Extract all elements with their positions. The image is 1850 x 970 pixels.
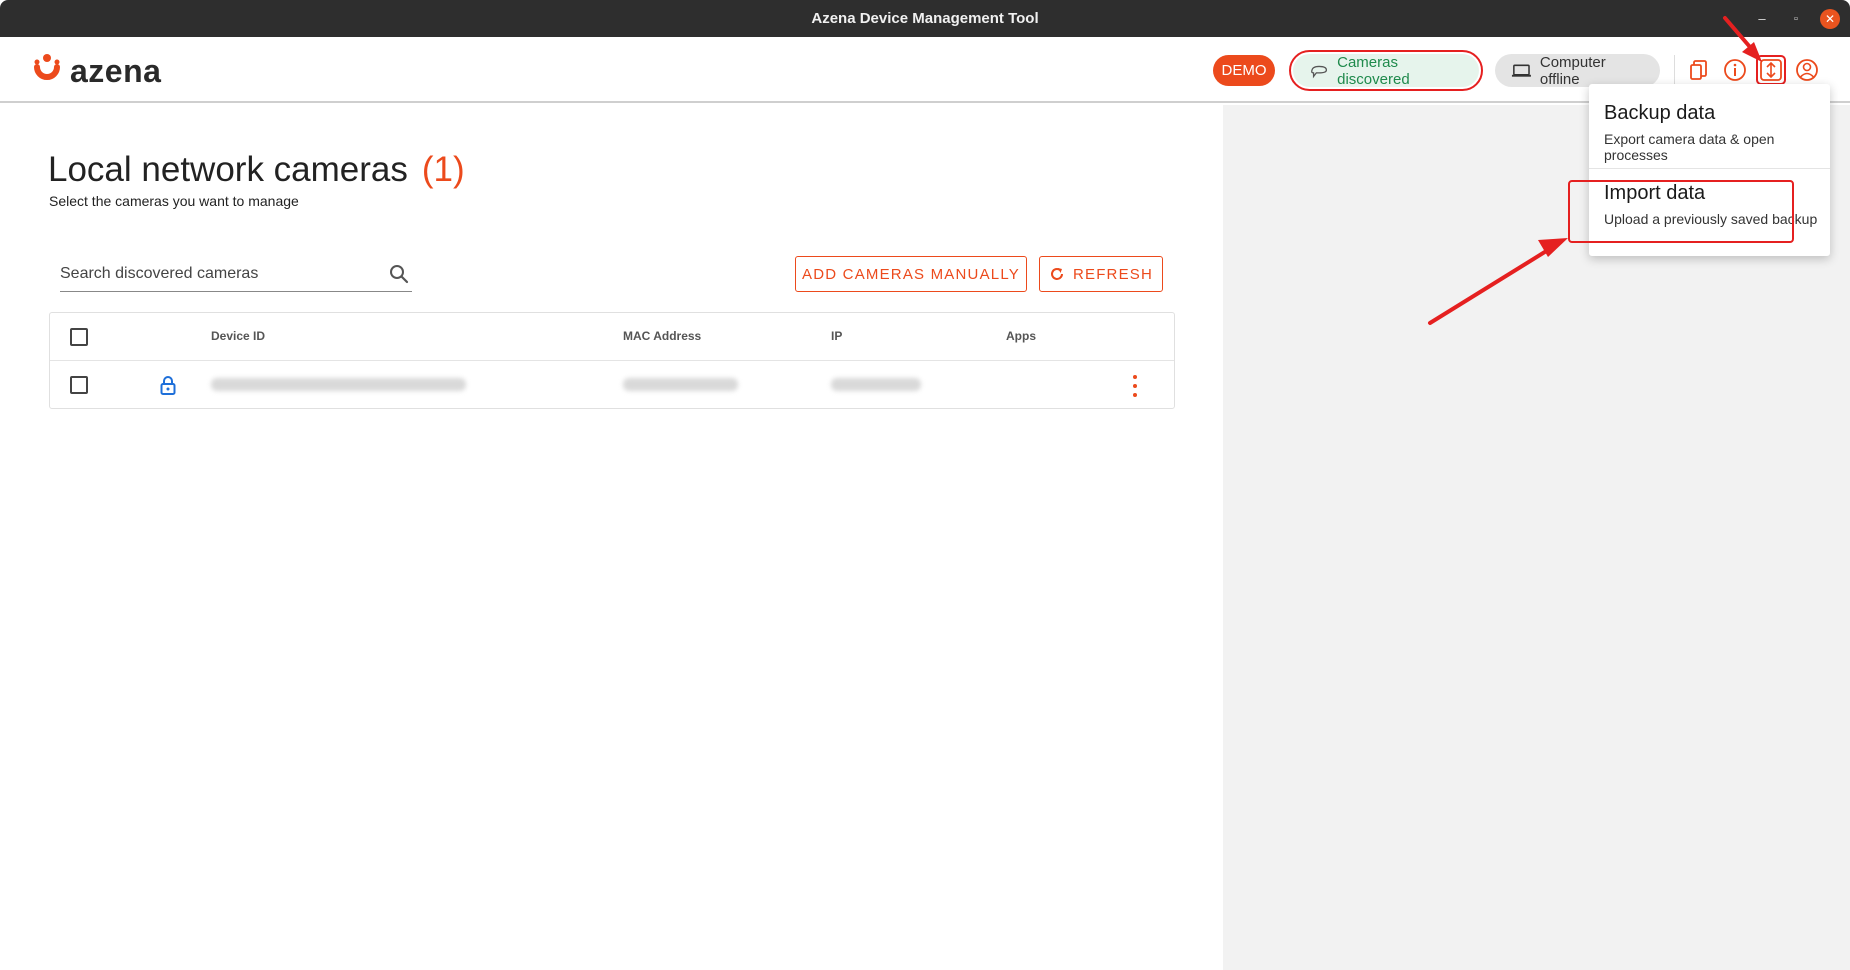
backup-data-description: Export camera data & open processes: [1604, 131, 1775, 163]
logo-text: azena: [70, 52, 162, 89]
close-button[interactable]: ✕: [1820, 9, 1840, 29]
column-ip: IP: [831, 329, 843, 343]
page-subtitle: Select the cameras you want to manage: [49, 193, 299, 209]
search-icon[interactable]: [388, 263, 410, 285]
info-icon[interactable]: [1722, 57, 1748, 83]
backup-icon[interactable]: [1756, 55, 1786, 85]
app-header: azena DEMO Cameras discovered Computer o…: [0, 37, 1850, 103]
page-title-text: Local network cameras: [48, 150, 408, 189]
azena-logo-icon: [32, 53, 62, 89]
mac-address-redacted: [623, 378, 738, 391]
laptop-icon: [1511, 64, 1531, 77]
camera-icon: [1311, 65, 1328, 78]
cameras-table: Device ID MAC Address IP Apps: [49, 312, 1175, 409]
camera-count: (1): [421, 150, 465, 189]
backup-data-title: Backup data: [1604, 102, 1716, 124]
window-title: Azena Device Management Tool: [811, 10, 1039, 27]
page-title: Local network cameras (1): [48, 150, 465, 190]
menu-divider: [1589, 168, 1830, 169]
search-field[interactable]: [60, 258, 412, 292]
refresh-icon: [1050, 268, 1063, 280]
demo-badge: DEMO: [1213, 55, 1275, 86]
computer-offline-label: Computer offline: [1539, 53, 1606, 88]
search-input[interactable]: [60, 258, 380, 290]
select-all-checkbox[interactable]: [70, 328, 88, 346]
minimize-button[interactable]: –: [1752, 9, 1772, 29]
maximize-button[interactable]: ▫: [1786, 9, 1806, 29]
table-row[interactable]: [50, 361, 1174, 409]
logo: azena: [32, 51, 161, 91]
lock-icon: [160, 376, 176, 395]
more-options-icon[interactable]: [1130, 375, 1140, 397]
column-mac-address: MAC Address: [623, 329, 702, 343]
add-cameras-manually-button[interactable]: ADD CAMERAS MANUALLY: [795, 256, 1027, 292]
header-divider: [1674, 55, 1675, 87]
device-id-redacted: [211, 378, 466, 391]
column-device-id: Device ID: [211, 329, 266, 343]
cameras-discovered-label: Cameras discovered: [1337, 53, 1410, 88]
refresh-label: REFRESH: [1072, 265, 1154, 283]
computer-offline-status[interactable]: Computer offline: [1495, 53, 1660, 88]
cameras-discovered-status[interactable]: Cameras discovered: [1289, 50, 1483, 91]
row-checkbox[interactable]: [70, 376, 88, 394]
table-header: Device ID MAC Address IP Apps: [50, 313, 1174, 361]
import-highlight-box: [1568, 180, 1794, 243]
account-icon[interactable]: [1794, 57, 1820, 83]
ip-redacted: [831, 378, 921, 391]
refresh-button[interactable]: REFRESH: [1039, 256, 1163, 292]
column-apps: Apps: [1006, 329, 1036, 343]
devices-icon[interactable]: [1686, 57, 1712, 83]
window-titlebar: Azena Device Management Tool – ▫ ✕: [0, 0, 1850, 37]
backup-data-menu-item[interactable]: Backup data Export camera data & open pr…: [1589, 102, 1830, 172]
